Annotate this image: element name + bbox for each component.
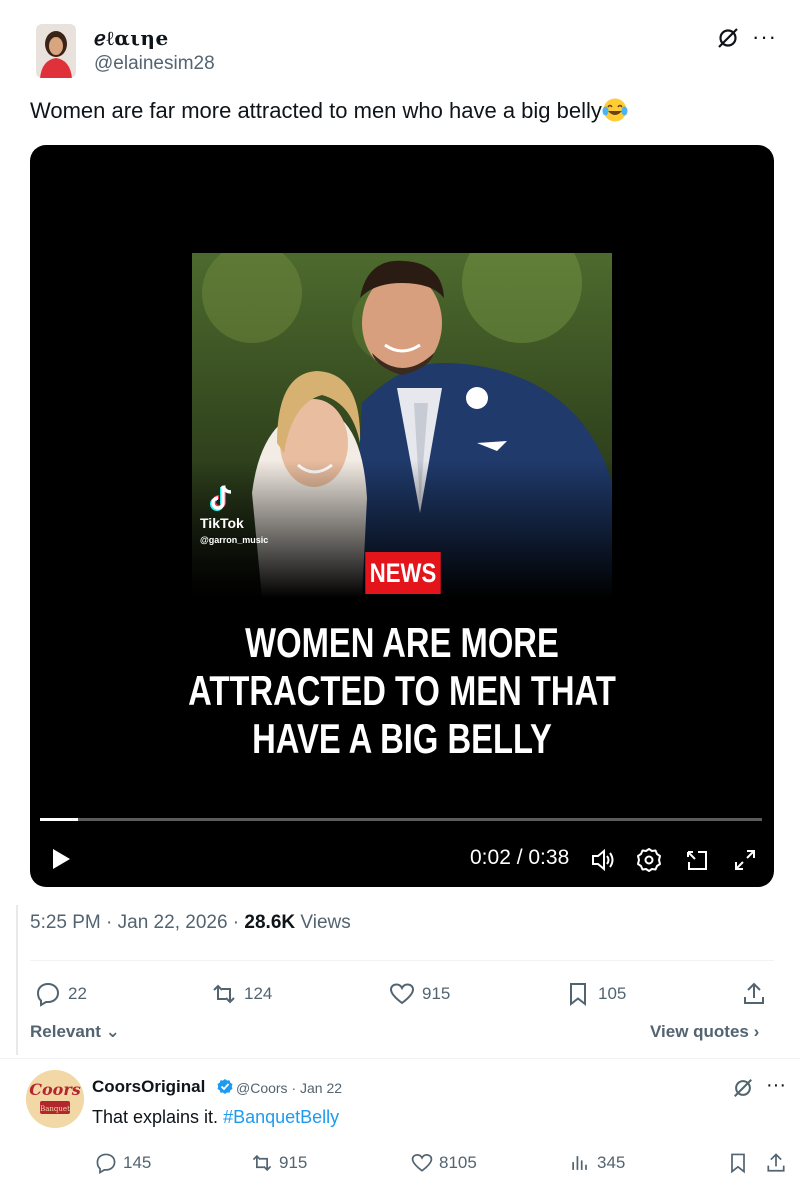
heart-icon — [389, 983, 415, 1005]
fullscreen-icon[interactable] — [732, 847, 758, 873]
reply-handle-date[interactable]: @Coors · Jan 22 — [236, 1080, 342, 1096]
divider — [0, 1058, 800, 1059]
reply-count: 22 — [68, 984, 87, 1003]
bookmark-icon — [731, 1153, 745, 1174]
bookmark-button[interactable]: 105 — [564, 980, 626, 1008]
tiktok-label: TikTok — [200, 515, 244, 531]
reply-text: That explains it. #BanquetBelly — [92, 1107, 339, 1128]
reply-views-count: 345 — [597, 1153, 626, 1172]
reply-display-name[interactable]: CoorsOriginal — [92, 1077, 205, 1097]
share-icon — [744, 982, 764, 1004]
play-icon[interactable] — [50, 847, 72, 871]
reply-reply-button[interactable]: 145 — [94, 1150, 151, 1176]
grok-icon[interactable] — [716, 26, 740, 50]
like-count: 915 — [422, 984, 451, 1003]
reply-repost-button[interactable]: 915 — [250, 1150, 307, 1176]
reply-icon — [96, 1153, 116, 1174]
chevron-down-icon: ⌄ — [105, 1022, 120, 1041]
reply-repost-count: 915 — [279, 1153, 308, 1172]
sort-dropdown[interactable]: Relevant ⌄ — [30, 1022, 120, 1042]
bookmark-count: 105 — [598, 984, 627, 1003]
sort-label: Relevant — [30, 1022, 101, 1041]
share-icon — [767, 1153, 785, 1172]
reply-reply-count: 145 — [123, 1153, 152, 1172]
repost-button[interactable]: 124 — [210, 980, 272, 1008]
video-player[interactable]: TikTok @garron_music NEWS WOMEN ARE MORE… — [30, 145, 774, 887]
view-quotes-link[interactable]: View quotes › — [650, 1022, 759, 1042]
video-thumbnail — [192, 253, 612, 598]
reply-views-button[interactable]: 345 — [568, 1150, 625, 1176]
view-quotes-label: View quotes — [650, 1022, 749, 1041]
repost-icon — [213, 984, 235, 1004]
reply-avatar[interactable]: Coors Banquet — [26, 1070, 84, 1128]
bookmark-icon — [570, 983, 586, 1007]
tweet-text-content: Women are far more attracted to men who … — [30, 98, 602, 123]
reply-icon — [36, 982, 60, 1007]
reply-share-button[interactable] — [764, 1150, 788, 1176]
reply-like-count: 8105 — [439, 1153, 477, 1172]
video-time: 0:02 / 0:38 — [470, 846, 570, 869]
reply-button[interactable]: 22 — [34, 980, 87, 1008]
reply-bookmark-button[interactable] — [726, 1150, 750, 1176]
headline-line: WOMEN ARE MORE — [245, 619, 559, 666]
more-options-icon[interactable]: ··· — [752, 24, 777, 50]
video-headline: WOMEN ARE MORE ATTRACTED TO MEN THAT HAV… — [112, 619, 692, 763]
thread-line — [16, 905, 18, 1055]
volume-icon[interactable] — [590, 847, 616, 873]
news-badge: NEWS — [365, 552, 441, 594]
hashtag-link[interactable]: #BanquetBelly — [223, 1107, 339, 1127]
headline-line: ATTRACTED TO MEN THAT — [188, 667, 616, 714]
user-handle[interactable]: @elainesim28 — [94, 53, 215, 75]
tweet-text: Women are far more attracted to men who … — [30, 97, 628, 124]
video-progress-bar[interactable] — [40, 818, 762, 821]
share-button[interactable] — [740, 980, 768, 1008]
repost-icon — [252, 1154, 272, 1172]
like-button[interactable]: 915 — [388, 980, 450, 1008]
reply-avatar-logo-subtext: Banquet — [40, 1105, 70, 1113]
tiktok-logo-icon — [210, 485, 232, 511]
divider — [30, 960, 774, 961]
grok-icon[interactable] — [732, 1077, 754, 1099]
tiktok-user: @garron_music — [200, 535, 269, 545]
avatar[interactable] — [36, 24, 76, 78]
headline-line: HAVE A BIG BELLY — [252, 715, 552, 762]
views-chart-icon — [572, 1156, 587, 1170]
verified-badge-icon — [217, 1079, 233, 1094]
views-label: Views — [295, 912, 351, 933]
repost-count: 124 — [244, 984, 273, 1003]
tiktok-watermark: TikTok @garron_music — [200, 483, 268, 545]
reply-like-button[interactable]: 8105 — [410, 1150, 477, 1176]
settings-gear-icon[interactable] — [636, 847, 662, 873]
reply-text-content: That explains it. — [92, 1107, 224, 1127]
views-count: 28.6K — [244, 912, 296, 933]
video-progress-fill — [40, 818, 78, 821]
chevron-right-icon: › — [753, 1022, 760, 1041]
picture-in-picture-icon[interactable] — [684, 847, 710, 873]
timestamp[interactable]: 5:25 PM · Jan 22, 2026 · — [30, 912, 244, 933]
heart-icon — [411, 1153, 433, 1172]
more-options-icon[interactable]: ··· — [766, 1074, 786, 1097]
laughing-crying-emoji-icon — [602, 98, 628, 122]
display-name[interactable]: ℯℓαιηe — [94, 26, 169, 51]
reply-avatar-logo-text: Coors — [29, 1080, 81, 1099]
tweet-meta: 5:25 PM · Jan 22, 2026 · 28.6K Views — [30, 912, 351, 934]
